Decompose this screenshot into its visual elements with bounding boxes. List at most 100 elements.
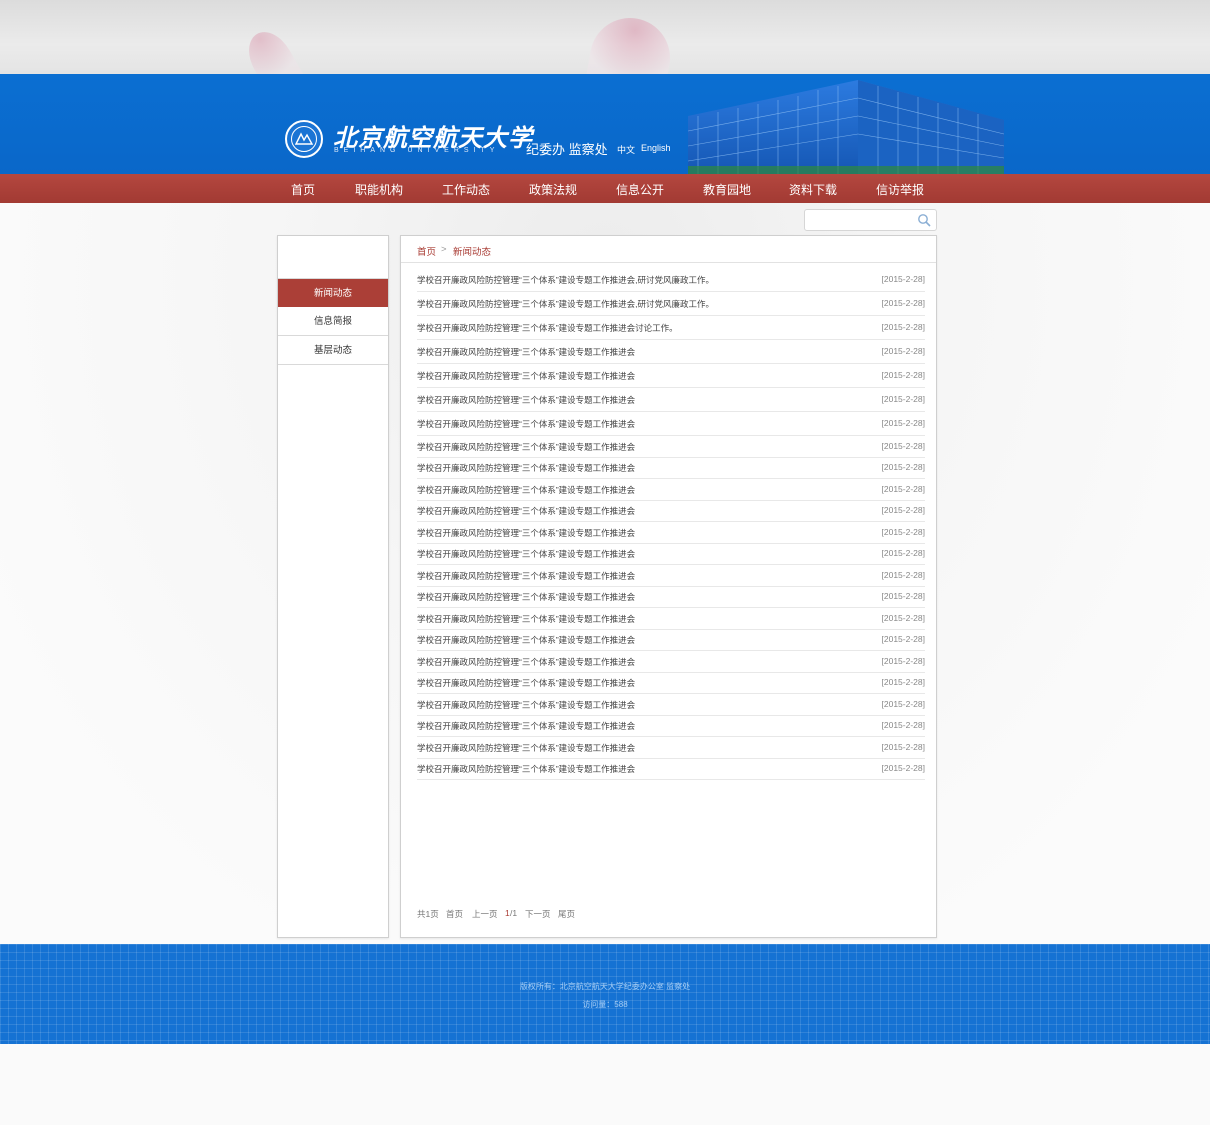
nav-item-work-news[interactable]: 工作动态 bbox=[442, 181, 490, 198]
news-title-link[interactable]: 学校召开廉政风险防控管理“三个体系”建设专题工作推进会 bbox=[417, 505, 635, 517]
news-title-link[interactable]: 学校召开廉政风险防控管理“三个体系”建设专题工作推进会 bbox=[417, 742, 635, 754]
nav-item-education[interactable]: 教育园地 bbox=[703, 181, 751, 198]
news-title-link[interactable]: 学校召开廉政风险防控管理“三个体系”建设专题工作推进会 bbox=[417, 548, 635, 560]
list-item[interactable]: 学校召开廉政风险防控管理“三个体系”建设专题工作推进会 [2015-2-28] bbox=[417, 479, 925, 501]
lang-english-link[interactable]: English bbox=[641, 143, 671, 153]
list-item[interactable]: 学校召开廉政风险防控管理“三个体系”建设专题工作推进会 [2015-2-28] bbox=[417, 501, 925, 522]
pager-of-total: /1 bbox=[510, 908, 518, 918]
news-title-link[interactable]: 学校召开廉政风险防控管理“三个体系”建设专题工作推进会 bbox=[417, 677, 635, 689]
university-seal-logo[interactable] bbox=[285, 120, 323, 158]
list-item[interactable]: 学校召开廉政风险防控管理“三个体系”建设专题工作推进会 [2015-2-28] bbox=[417, 412, 925, 436]
pager-first-link[interactable]: 首页 bbox=[446, 908, 463, 920]
list-item[interactable]: 学校召开廉政风险防控管理“三个体系”建设专题工作推进会 [2015-2-28] bbox=[417, 608, 925, 630]
news-title-link[interactable]: 学校召开廉政风险防控管理“三个体系”建设专题工作推进会,研讨党风廉政工作。 bbox=[417, 274, 714, 286]
news-date: [2015-2-28] bbox=[881, 655, 925, 666]
list-item[interactable]: 学校召开廉政风险防控管理“三个体系”建设专题工作推进会 [2015-2-28] bbox=[417, 565, 925, 587]
news-title-link[interactable]: 学校召开廉政风险防控管理“三个体系”建设专题工作推进会 bbox=[417, 394, 635, 406]
list-item[interactable]: 学校召开廉政风险防控管理“三个体系”建设专题工作推进会,研讨党风廉政工作。 [20… bbox=[417, 292, 925, 316]
news-date: [2015-2-28] bbox=[881, 440, 925, 451]
nav-item-disclosure[interactable]: 信息公开 bbox=[616, 181, 664, 198]
news-title-link[interactable]: 学校召开廉政风险防控管理“三个体系”建设专题工作推进会 bbox=[417, 634, 635, 646]
news-date: [2015-2-28] bbox=[881, 634, 925, 645]
top-background bbox=[0, 0, 1210, 74]
news-date: [2015-2-28] bbox=[881, 677, 925, 688]
news-date: [2015-2-28] bbox=[881, 370, 925, 380]
news-title-link[interactable]: 学校召开廉政风险防控管理“三个体系”建设专题工作推进会,研讨党风廉政工作。 bbox=[417, 298, 714, 310]
news-date: [2015-2-28] bbox=[881, 741, 925, 752]
main-nav-bar bbox=[0, 174, 1210, 203]
news-title-link[interactable]: 学校召开廉政风险防控管理“三个体系”建设专题工作推进会 bbox=[417, 527, 635, 539]
list-item[interactable]: 学校召开廉政风险防控管理“三个体系”建设专题工作推进会 [2015-2-28] bbox=[417, 388, 925, 412]
search-box bbox=[804, 209, 937, 231]
footer-visit-count: 访问量：588 bbox=[582, 1000, 628, 1009]
search-icon[interactable] bbox=[917, 213, 931, 227]
lotus-petal-decoration bbox=[239, 24, 305, 74]
news-title-link[interactable]: 学校召开廉政风险防控管理“三个体系”建设专题工作推进会 bbox=[417, 418, 635, 430]
news-date: [2015-2-28] bbox=[881, 548, 925, 559]
news-title-link[interactable]: 学校召开廉政风险防控管理“三个体系”建设专题工作推进会 bbox=[417, 591, 635, 603]
breadcrumb: 首页 > 新闻动态 bbox=[401, 236, 936, 263]
nav-item-functions[interactable]: 职能机构 bbox=[355, 181, 403, 198]
list-item[interactable]: 学校召开廉政风险防控管理“三个体系”建设专题工作推进会 [2015-2-28] bbox=[417, 716, 925, 737]
list-item[interactable]: 学校召开廉政风险防控管理“三个体系”建设专题工作推进会 [2015-2-28] bbox=[417, 544, 925, 565]
list-item[interactable]: 学校召开廉政风险防控管理“三个体系”建设专题工作推进会 [2015-2-28] bbox=[417, 630, 925, 651]
news-title-link[interactable]: 学校召开廉政风险防控管理“三个体系”建设专题工作推进会 bbox=[417, 570, 635, 582]
breadcrumb-home-link[interactable]: 首页 bbox=[417, 244, 436, 258]
list-item[interactable]: 学校召开廉政风险防控管理“三个体系”建设专题工作推进会,研讨党风廉政工作。 [20… bbox=[417, 268, 925, 292]
news-title-link[interactable]: 学校召开廉政风险防控管理“三个体系”建设专题工作推进会 bbox=[417, 656, 635, 668]
nav-item-policies[interactable]: 政策法规 bbox=[529, 181, 577, 198]
sidebar-item-news[interactable]: 新闻动态 bbox=[278, 278, 388, 307]
pager-last-link[interactable]: 尾页 bbox=[558, 908, 575, 920]
pager-next-link[interactable]: 下一页 bbox=[525, 908, 551, 920]
list-item[interactable]: 学校召开廉政风险防控管理“三个体系”建设专题工作推进会 [2015-2-28] bbox=[417, 364, 925, 388]
org-name: 纪委办 监察处 bbox=[526, 142, 608, 157]
list-item[interactable]: 学校召开廉政风险防控管理“三个体系”建设专题工作推进会 [2015-2-28] bbox=[417, 522, 925, 544]
chevron-right-icon: > bbox=[441, 244, 447, 255]
news-date: [2015-2-28] bbox=[881, 720, 925, 731]
news-title-link[interactable]: 学校召开廉政风险防控管理“三个体系”建设专题工作推进会 bbox=[417, 370, 635, 382]
sidebar-item-grassroots[interactable]: 基层动态 bbox=[278, 336, 388, 365]
news-title-link[interactable]: 学校召开廉政风险防控管理“三个体系”建设专题工作推进会 bbox=[417, 763, 635, 775]
list-item[interactable]: 学校召开廉政风险防控管理“三个体系”建设专题工作推进会 [2015-2-28] bbox=[417, 694, 925, 716]
list-item[interactable]: 学校召开廉政风险防控管理“三个体系”建设专题工作推进会 [2015-2-28] bbox=[417, 587, 925, 608]
seal-inner-mark bbox=[291, 126, 317, 152]
list-item[interactable]: 学校召开廉政风险防控管理“三个体系”建设专题工作推进会 [2015-2-28] bbox=[417, 340, 925, 364]
news-date: [2015-2-28] bbox=[881, 322, 925, 332]
campus-building-image bbox=[688, 80, 1004, 174]
news-date: [2015-2-28] bbox=[881, 418, 925, 428]
news-title-link[interactable]: 学校召开廉政风险防控管理“三个体系”建设专题工作推进会 bbox=[417, 613, 635, 625]
nav-item-home[interactable]: 首页 bbox=[291, 181, 315, 198]
breadcrumb-current: 新闻动态 bbox=[453, 247, 492, 258]
list-item[interactable]: 学校召开廉政风险防控管理“三个体系”建设专题工作推进会 [2015-2-28] bbox=[417, 673, 925, 694]
news-date: [2015-2-28] bbox=[881, 346, 925, 356]
lang-chinese-link[interactable]: 中文 bbox=[617, 143, 635, 156]
news-title-link[interactable]: 学校召开廉政风险防控管理“三个体系”建设专题工作推进会讨论工作。 bbox=[417, 322, 678, 334]
news-title-link[interactable]: 学校召开廉政风险防控管理“三个体系”建设专题工作推进会 bbox=[417, 699, 635, 711]
news-list: 学校召开廉政风险防控管理“三个体系”建设专题工作推进会,研讨党风廉政工作。 [20… bbox=[417, 268, 925, 780]
news-date: [2015-2-28] bbox=[881, 462, 925, 473]
news-title-link[interactable]: 学校召开廉政风险防控管理“三个体系”建设专题工作推进会 bbox=[417, 462, 635, 474]
news-date: [2015-2-28] bbox=[881, 505, 925, 516]
nav-item-petitions[interactable]: 信访举报 bbox=[876, 181, 924, 198]
news-date: [2015-2-28] bbox=[881, 394, 925, 404]
site-footer: 版权所有：北京航空航天大学纪委办公室 监察处 访问量：588 bbox=[0, 944, 1210, 1044]
list-item[interactable]: 学校召开廉政风险防控管理“三个体系”建设专题工作推进会 [2015-2-28] bbox=[417, 737, 925, 759]
sidebar-item-briefing[interactable]: 信息简报 bbox=[278, 307, 388, 336]
news-title-link[interactable]: 学校召开廉政风险防控管理“三个体系”建设专题工作推进会 bbox=[417, 346, 635, 358]
news-date: [2015-2-28] bbox=[881, 274, 925, 284]
news-date: [2015-2-28] bbox=[881, 591, 925, 602]
list-item[interactable]: 学校召开廉政风险防控管理“三个体系”建设专题工作推进会 [2015-2-28] bbox=[417, 436, 925, 458]
nav-item-downloads[interactable]: 资料下载 bbox=[789, 181, 837, 198]
news-title-link[interactable]: 学校召开廉政风险防控管理“三个体系”建设专题工作推进会 bbox=[417, 441, 635, 453]
list-item[interactable]: 学校召开廉政风险防控管理“三个体系”建设专题工作推进会讨论工作。 [2015-2-… bbox=[417, 316, 925, 340]
news-date: [2015-2-28] bbox=[881, 526, 925, 537]
list-item[interactable]: 学校召开廉政风险防控管理“三个体系”建设专题工作推进会 [2015-2-28] bbox=[417, 759, 925, 780]
list-item[interactable]: 学校召开廉政风险防控管理“三个体系”建设专题工作推进会 [2015-2-28] bbox=[417, 651, 925, 673]
news-title-link[interactable]: 学校召开廉政风险防控管理“三个体系”建设专题工作推进会 bbox=[417, 720, 635, 732]
news-title-link[interactable]: 学校召开廉政风险防控管理“三个体系”建设专题工作推进会 bbox=[417, 484, 635, 496]
pager-prev-link[interactable]: 上一页 bbox=[472, 908, 498, 920]
list-item[interactable]: 学校召开廉政风险防控管理“三个体系”建设专题工作推进会 [2015-2-28] bbox=[417, 458, 925, 479]
sidebar-panel: 新闻动态 信息简报 基层动态 bbox=[277, 235, 389, 938]
news-date: [2015-2-28] bbox=[881, 698, 925, 709]
search-input[interactable] bbox=[809, 212, 913, 228]
